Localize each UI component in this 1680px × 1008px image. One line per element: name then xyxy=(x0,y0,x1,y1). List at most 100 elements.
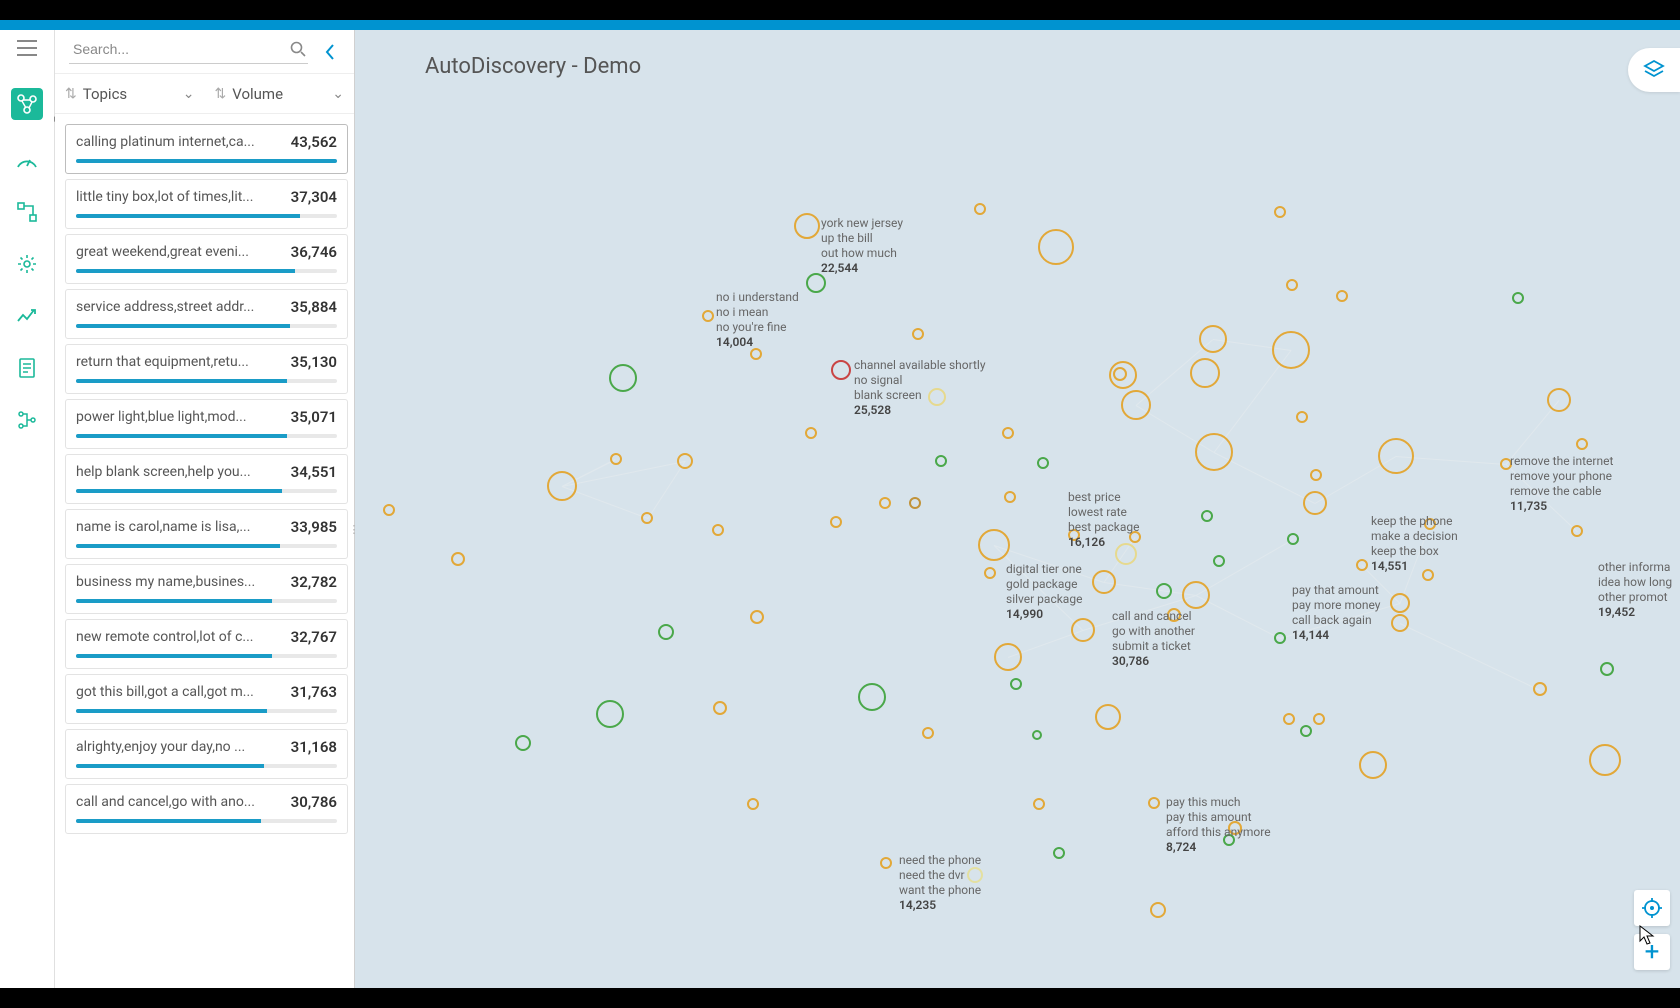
nav-flow-icon[interactable] xyxy=(15,200,39,224)
graph-node[interactable] xyxy=(880,857,892,869)
node-label[interactable]: pay this muchpay this amountafford this … xyxy=(1166,795,1271,855)
graph-node[interactable] xyxy=(984,567,996,579)
graph-node[interactable] xyxy=(1512,292,1524,304)
graph-node[interactable] xyxy=(1113,367,1127,381)
graph-node[interactable] xyxy=(383,504,395,516)
topic-item[interactable]: power light,blue light,mod... 35,071 xyxy=(65,399,348,449)
graph-node[interactable] xyxy=(1150,902,1166,918)
graph-node[interactable] xyxy=(515,735,531,751)
graph-node[interactable] xyxy=(609,364,637,392)
graph-node[interactable] xyxy=(1303,491,1327,515)
node-label[interactable]: other informaidea how longother promot19… xyxy=(1598,560,1672,620)
graph-node[interactable] xyxy=(1296,411,1308,423)
graph-node[interactable] xyxy=(1121,390,1151,420)
graph-node[interactable] xyxy=(1390,593,1410,613)
graph-node[interactable] xyxy=(922,727,934,739)
topic-item[interactable]: new remote control,lot of c... 32,767 xyxy=(65,619,348,669)
graph-node[interactable] xyxy=(1213,555,1225,567)
graph-node[interactable] xyxy=(1004,491,1016,503)
graph-node[interactable] xyxy=(831,360,851,380)
graph-node[interactable] xyxy=(1589,744,1621,776)
nav-dashboard-icon[interactable] xyxy=(15,148,39,172)
graph-node[interactable] xyxy=(879,497,891,509)
graph-node[interactable] xyxy=(912,328,924,340)
graph-node[interactable] xyxy=(1002,427,1014,439)
graph-node[interactable] xyxy=(978,529,1010,561)
topic-item[interactable]: return that equipment,retu... 35,130 xyxy=(65,344,348,394)
nav-hierarchy-icon[interactable] xyxy=(15,408,39,432)
nav-trends-icon[interactable] xyxy=(15,304,39,328)
topic-item[interactable]: calling platinum internet,ca... 43,562 xyxy=(65,124,348,174)
graph-node[interactable] xyxy=(1032,730,1042,740)
filter-volume-dropdown[interactable]: ⇅ Volume ⌄ xyxy=(205,74,355,113)
add-button[interactable]: + xyxy=(1634,934,1670,970)
graph-node[interactable] xyxy=(702,310,714,322)
graph-node[interactable] xyxy=(1359,751,1387,779)
graph-node[interactable] xyxy=(1092,570,1116,594)
graph-node[interactable] xyxy=(1010,678,1022,690)
graph-node[interactable] xyxy=(1336,290,1348,302)
filter-topics-dropdown[interactable]: ⇅ Topics ⌄ xyxy=(55,74,205,113)
graph-node[interactable] xyxy=(677,453,693,469)
collapse-sidebar-button[interactable] xyxy=(314,43,346,61)
graph-node[interactable] xyxy=(1037,457,1049,469)
node-label[interactable]: need the phoneneed the dvrwant the phone… xyxy=(899,853,981,913)
graph-node[interactable] xyxy=(1287,533,1299,545)
graph-node[interactable] xyxy=(1195,433,1233,471)
graph-node[interactable] xyxy=(1274,632,1286,644)
topic-item[interactable]: service address,street addr... 35,884 xyxy=(65,289,348,339)
graph-node[interactable] xyxy=(641,512,653,524)
graph-node[interactable] xyxy=(1201,510,1213,522)
graph-node[interactable] xyxy=(830,516,842,528)
nav-notes-icon[interactable] xyxy=(15,356,39,380)
node-label[interactable]: no i understandno i meanno you're fine14… xyxy=(716,290,799,350)
graph-node[interactable] xyxy=(994,643,1022,671)
graph-node[interactable] xyxy=(1300,725,1312,737)
node-label[interactable]: york new jerseyup the billout how much22… xyxy=(821,216,903,276)
graph-node[interactable] xyxy=(1571,525,1583,537)
graph-node[interactable] xyxy=(547,471,577,501)
graph-node[interactable] xyxy=(658,624,674,640)
node-label[interactable]: best pricelowest ratebest package16,126 xyxy=(1068,490,1139,550)
node-label[interactable]: remove the internetremove your phoneremo… xyxy=(1510,454,1613,514)
nav-discovery-icon[interactable] xyxy=(11,88,43,120)
graph-node[interactable] xyxy=(806,273,826,293)
graph-node[interactable] xyxy=(1033,798,1045,810)
graph-node[interactable] xyxy=(1272,331,1310,369)
graph-node[interactable] xyxy=(596,700,624,728)
node-label[interactable]: keep the phonemake a decisionkeep the bo… xyxy=(1371,514,1458,574)
node-label[interactable]: call and cancelgo with anothersubmit a t… xyxy=(1112,609,1195,669)
graph-node[interactable] xyxy=(1391,614,1409,632)
graph-node[interactable] xyxy=(712,524,724,536)
graph-node[interactable] xyxy=(1038,229,1074,265)
menu-toggle-icon[interactable] xyxy=(15,36,39,60)
graph-node[interactable] xyxy=(610,453,622,465)
graph-node[interactable] xyxy=(1356,559,1368,571)
graph-node[interactable] xyxy=(1053,847,1065,859)
graph-node[interactable] xyxy=(858,683,886,711)
graph-node[interactable] xyxy=(794,213,820,239)
graph-node[interactable] xyxy=(1283,713,1295,725)
graph-node[interactable] xyxy=(1313,713,1325,725)
graph-node[interactable] xyxy=(1378,438,1414,474)
graph-node[interactable] xyxy=(1095,704,1121,730)
graph-node[interactable] xyxy=(451,552,465,566)
topic-item[interactable]: business my name,busines... 32,782 xyxy=(65,564,348,614)
topics-list[interactable]: calling platinum internet,ca... 43,562 l… xyxy=(55,114,354,988)
topic-item[interactable]: call and cancel,go with ano... 30,786 xyxy=(65,784,348,834)
graph-node[interactable] xyxy=(1156,583,1172,599)
nav-settings-icon[interactable] xyxy=(15,252,39,276)
graph-node[interactable] xyxy=(1600,662,1614,676)
topic-item[interactable]: great weekend,great eveni... 36,746 xyxy=(65,234,348,284)
topic-item[interactable]: name is carol,name is lisa,... 33,985 xyxy=(65,509,348,559)
recenter-button[interactable] xyxy=(1634,890,1670,926)
topic-item[interactable]: help blank screen,help you... 34,551 xyxy=(65,454,348,504)
search-icon[interactable] xyxy=(290,41,308,57)
graph-node[interactable] xyxy=(1199,325,1227,353)
graph-node[interactable] xyxy=(1533,682,1547,696)
node-label[interactable]: channel available shortlyno signalblank … xyxy=(854,358,986,418)
graph-node[interactable] xyxy=(1182,581,1210,609)
graph-node[interactable] xyxy=(909,497,921,509)
graph-node[interactable] xyxy=(1286,279,1298,291)
node-label[interactable]: pay that amountpay more moneycall back a… xyxy=(1292,583,1380,643)
